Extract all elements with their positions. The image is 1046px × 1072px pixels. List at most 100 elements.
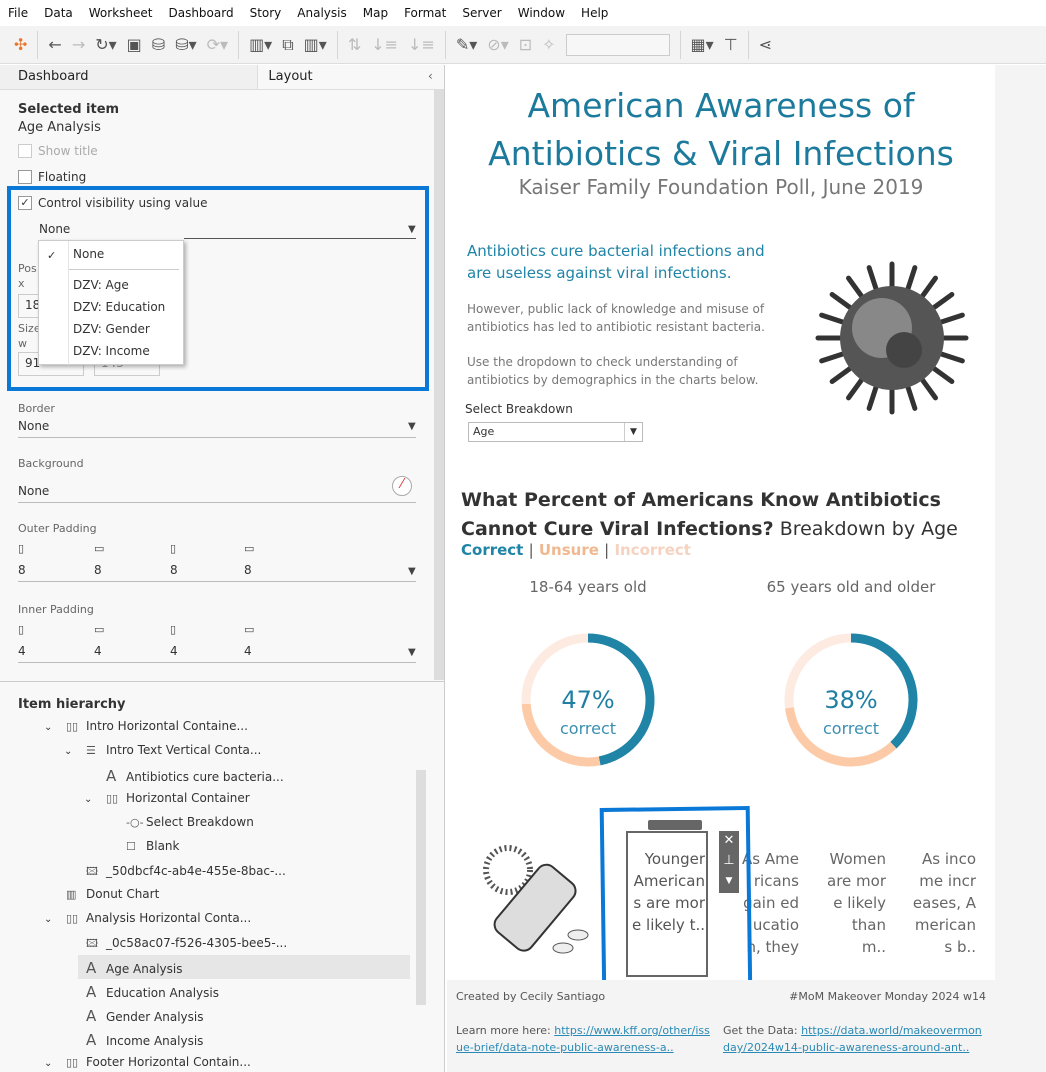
hierarchy-item[interactable]: ☐ Blank [104, 839, 179, 853]
inner-padding-right[interactable]: 4 [170, 644, 178, 658]
border-dropdown[interactable]: None [18, 419, 49, 433]
menu-server[interactable]: Server [462, 6, 501, 20]
chevron-down-icon[interactable]: ⌄ [44, 1058, 66, 1069]
pad-top-icon: ▭ [94, 542, 105, 555]
chevron-down-icon[interactable]: ⌄ [44, 722, 66, 733]
show-title-checkbox[interactable]: Show title [18, 144, 98, 158]
swap-icon[interactable]: ⇅ [348, 35, 361, 54]
hierarchy-item[interactable]: ⌄ ▯▯ Intro Horizontal Containe... [44, 719, 248, 733]
no-color-icon[interactable]: ⁄ [392, 476, 412, 496]
hierarchy-item[interactable]: ⌄ ▯▯ Analysis Horizontal Conta... [44, 911, 251, 925]
floating-checkbox[interactable]: Floating [18, 170, 86, 184]
tab-layout[interactable]: Layout [257, 65, 444, 89]
inner-padding-left[interactable]: 4 [18, 644, 26, 658]
chevron-down-icon[interactable]: ⌄ [84, 794, 106, 805]
horizontal-container-icon: ▯▯ [66, 720, 79, 733]
sort-asc-icon[interactable]: ↓≡ [371, 35, 398, 54]
menu-window[interactable]: Window [518, 6, 565, 20]
chevron-down-icon: ▼ [624, 423, 642, 441]
pad-right-icon: ▯ [170, 542, 177, 555]
menu-format[interactable]: Format [404, 6, 446, 20]
select-breakdown-dropdown[interactable]: Age ▼ [468, 422, 643, 442]
hierarchy-item-label: Donut Chart [86, 887, 160, 901]
outer-padding-top[interactable]: 8 [94, 563, 102, 577]
attach-icon[interactable]: ⊘▾ [487, 35, 508, 54]
background-label: Background [18, 457, 84, 470]
annotation-highlight [7, 186, 429, 391]
save-icon[interactable]: ▣ [127, 35, 142, 54]
scrollbar[interactable] [434, 90, 444, 680]
hierarchy-item-label: Gender Analysis [106, 1010, 204, 1024]
hierarchy-item-label: Blank [146, 839, 180, 853]
horizontal-container-icon: ▯▯ [106, 792, 119, 805]
pin-icon[interactable]: ✧ [542, 35, 555, 54]
forward-icon[interactable]: → [72, 35, 85, 54]
hierarchy-item[interactable]: A Age Analysis [64, 959, 182, 977]
selected-item-value: Age Analysis [18, 120, 101, 135]
hierarchy-item[interactable]: ▥ Donut Chart [44, 887, 159, 901]
fit-dropdown[interactable] [565, 33, 670, 56]
menu-dashboard[interactable]: Dashboard [168, 6, 233, 20]
hierarchy-item-label: Analysis Horizontal Conta... [86, 911, 252, 925]
chevron-down-icon[interactable]: ⌄ [44, 914, 66, 925]
menu-analysis[interactable]: Analysis [297, 6, 346, 20]
selected-item-label: Selected item [18, 102, 120, 117]
outer-padding-left[interactable]: 8 [18, 563, 26, 577]
donut-title-1: 18-64 years old [529, 578, 647, 596]
inner-padding-top[interactable]: 4 [94, 644, 102, 658]
text-label-icon[interactable]: ⊡ [519, 35, 532, 54]
chevron-down-icon[interactable]: ▼ [408, 566, 416, 577]
tab-dashboard[interactable]: Dashboard [0, 65, 258, 89]
analysis-text-2[interactable]: Women are more likely than m.. [825, 848, 886, 960]
hierarchy-item[interactable]: ⌄ ▯▯ Horizontal Container [84, 791, 250, 805]
collapse-icon[interactable]: ‹ [428, 69, 433, 83]
menu-file[interactable]: File [8, 6, 28, 20]
inner-padding-label: Inner Padding [18, 603, 94, 616]
outer-padding-right[interactable]: 8 [170, 563, 178, 577]
image-icon: 🖾 [86, 865, 98, 878]
background-dropdown[interactable]: None [18, 484, 49, 498]
menu-data[interactable]: Data [44, 6, 73, 20]
hierarchy-item-label: Intro Horizontal Containe... [86, 719, 248, 733]
chevron-down-icon[interactable]: ▼ [408, 421, 416, 432]
new-datasource-icon[interactable]: ⛁ [152, 35, 165, 54]
hierarchy-item[interactable]: ⌄ ☰ Intro Text Vertical Conta... [64, 743, 261, 757]
outer-padding-label: Outer Padding [18, 522, 97, 535]
refresh-icon[interactable]: ⟳▾ [207, 35, 228, 54]
donut-charts: 47% correct 38% correct [521, 633, 918, 767]
pause-updates-icon[interactable]: ⛁▾ [175, 35, 196, 54]
chevron-down-icon[interactable]: ⌄ [64, 746, 86, 757]
inner-padding-bottom[interactable]: 4 [244, 644, 252, 658]
menu-help[interactable]: Help [581, 6, 608, 20]
share-icon[interactable]: ⋖ [759, 35, 772, 54]
hierarchy-item[interactable]: A Income Analysis [64, 1031, 203, 1049]
menu-worksheet[interactable]: Worksheet [89, 6, 153, 20]
hierarchy-item[interactable]: ⌄ ▯▯ Footer Horizontal Contain... [44, 1055, 251, 1069]
highlight-icon[interactable]: ✎▾ [456, 35, 477, 54]
hierarchy-item[interactable]: 🖾 _0c58ac07-f526-4305-bee5-... [64, 935, 287, 954]
hierarchy-scrollbar[interactable] [416, 770, 426, 1005]
presentation-icon[interactable]: ⊤ [724, 35, 738, 54]
hierarchy-item[interactable]: -○- Select Breakdown [104, 815, 254, 829]
back-icon[interactable]: ← [48, 35, 61, 54]
hierarchy-item[interactable]: A Antibiotics cure bacteria... [84, 767, 284, 785]
sort-desc-icon[interactable]: ↓≡ [408, 35, 435, 54]
clear-sheet-icon[interactable]: ▥▾ [304, 35, 327, 54]
redo-icon[interactable]: ↻▾ [95, 35, 116, 54]
tableau-logo-icon[interactable]: ✣ [14, 35, 27, 54]
chevron-down-icon[interactable]: ▼ [408, 647, 416, 658]
analysis-text-3[interactable]: As income increases, Americans b.. [912, 848, 976, 960]
hierarchy-item[interactable]: A Education Analysis [64, 983, 219, 1001]
chart-title: What Percent of Americans Know Antibioti… [461, 489, 958, 540]
menu-map[interactable]: Map [363, 6, 388, 20]
donut-title-2: 65 years old and older [766, 578, 936, 596]
hierarchy-item[interactable]: A Gender Analysis [64, 1007, 203, 1025]
donut-value: 47% [561, 686, 614, 714]
new-worksheet-icon[interactable]: ▥▾ [249, 35, 272, 54]
hierarchy-item[interactable]: 🖾 _50dbcf4c-ab4e-455e-8bac-... [64, 863, 286, 882]
show-me-icon[interactable]: ▦▾ [691, 35, 714, 54]
duplicate-sheet-icon[interactable]: ⧉ [282, 35, 293, 55]
outer-padding-bottom[interactable]: 8 [244, 563, 252, 577]
menu-story[interactable]: Story [250, 6, 282, 20]
virus-image [815, 261, 969, 415]
